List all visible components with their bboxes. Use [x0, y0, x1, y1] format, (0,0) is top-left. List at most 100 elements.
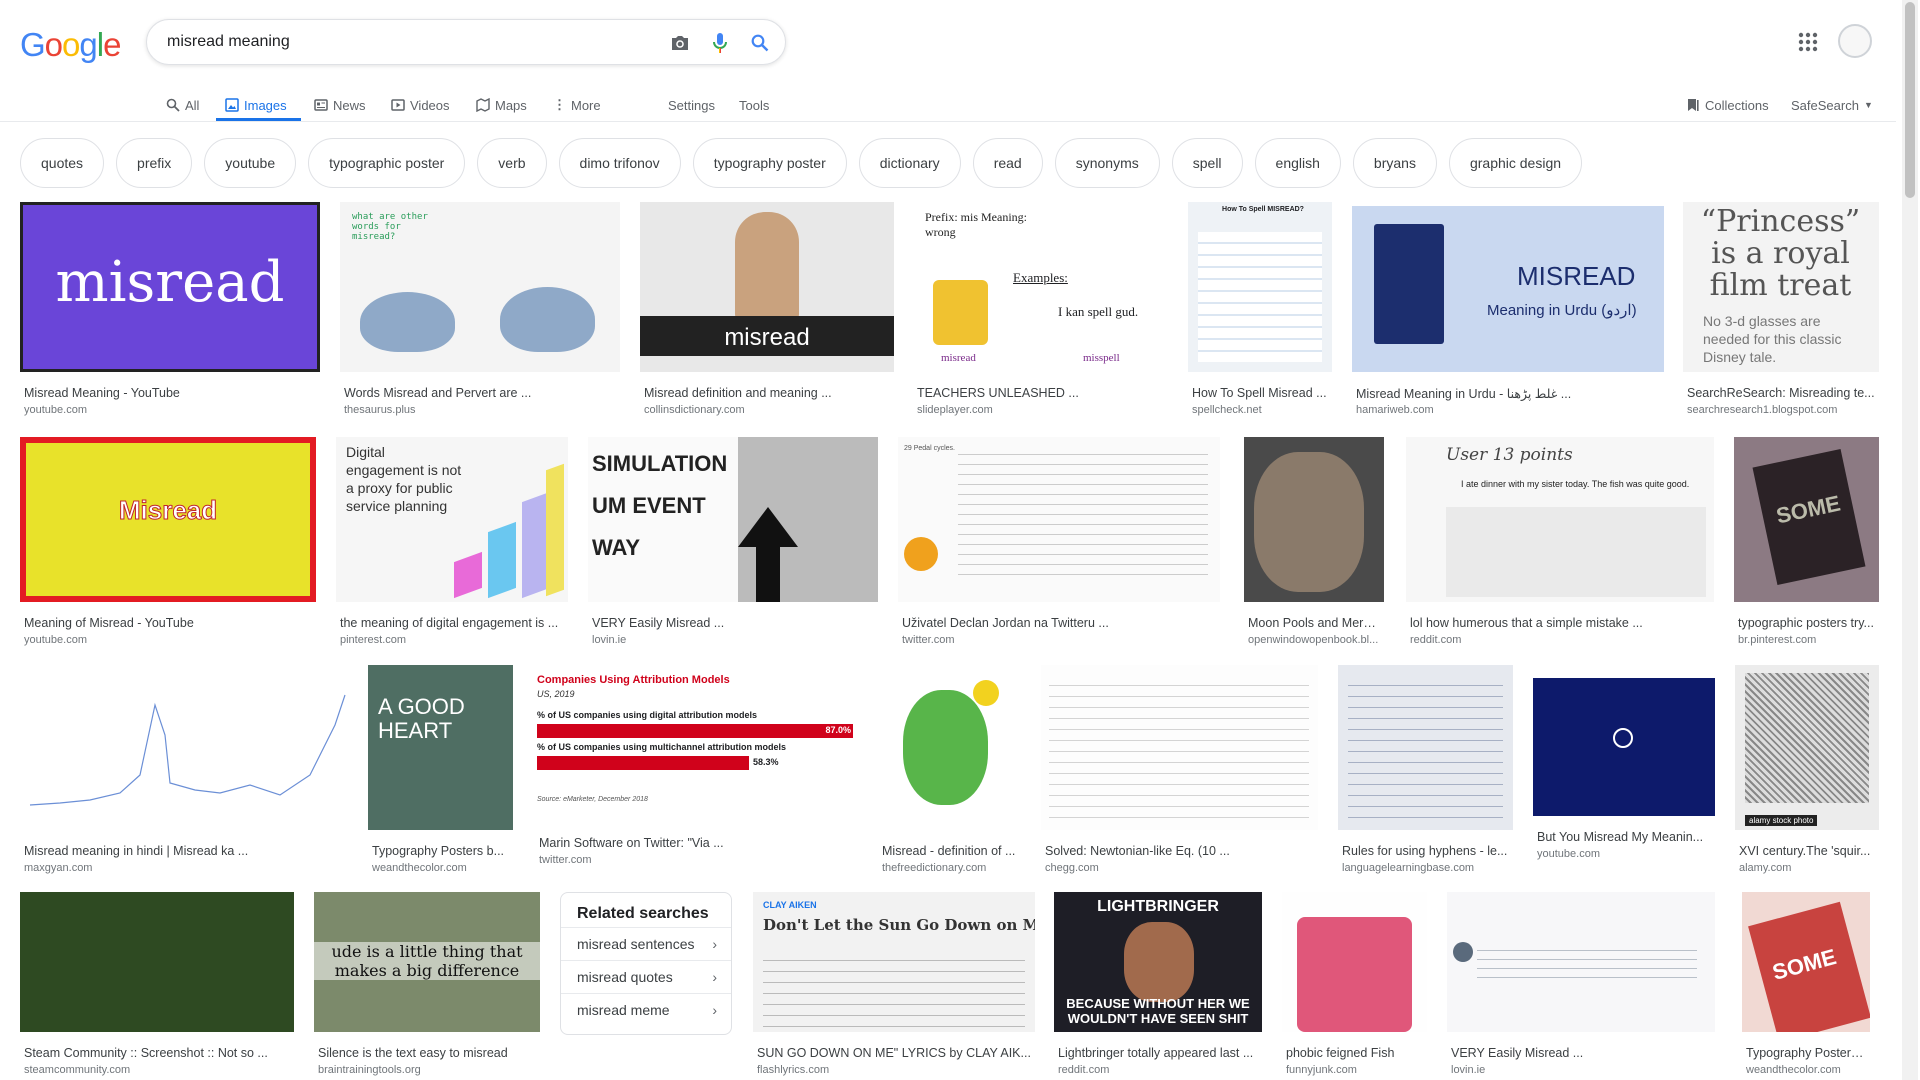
image-result[interactable]: “Princess” is a royal film treat No 3-d g…: [1683, 202, 1879, 427]
image-result[interactable]: CLAY AIKEN Don't Let the Sun Go Down on M…: [753, 892, 1035, 1080]
image-result-title[interactable]: Meaning of Misread - YouTube: [24, 616, 314, 630]
image-result[interactable]: User 13 points I ate dinner with my siste…: [1406, 437, 1714, 657]
image-result[interactable]: Companies Using Attribution Models US, 20…: [535, 672, 855, 877]
search-icon[interactable]: [747, 30, 773, 56]
refinement-chip[interactable]: verb: [477, 138, 547, 188]
image-result[interactable]: Misread - definition of ... thefreedictio…: [878, 665, 1023, 885]
refinement-chip[interactable]: spell: [1171, 138, 1243, 188]
image-result-title[interactable]: SUN GO DOWN ON ME" LYRICS by CLAY AIK...: [757, 1046, 1033, 1060]
scrollbar-thumb[interactable]: [1905, 2, 1915, 198]
refinement-chip[interactable]: typographic poster: [308, 138, 466, 188]
image-result-title[interactable]: Misread definition and meaning ...: [644, 386, 892, 400]
image-result[interactable]: 29 Pedal cycles. Uživatel Declan Jordan n…: [898, 437, 1220, 657]
image-result[interactable]: ude is a little thing that makes a big d…: [314, 892, 540, 1080]
image-result[interactable]: But You Misread My Meanin... youtube.com: [1533, 678, 1715, 871]
image-result[interactable]: SIMULATION UM EVENT WAY VERY Easily Misre…: [588, 437, 878, 657]
safesearch-dropdown[interactable]: SafeSearch ▼: [1791, 92, 1873, 118]
tab-news[interactable]: News: [314, 92, 366, 118]
tab-images[interactable]: Images: [225, 92, 287, 118]
image-result-title[interactable]: Rules for using hyphens - le...: [1342, 844, 1511, 858]
related-search-item[interactable]: misread meme ›: [561, 993, 731, 1026]
image-result[interactable]: How To Spell MISREAD? How To Spell Misrea…: [1188, 202, 1332, 427]
image-result-title[interactable]: Misread Meaning in Urdu - غلط پڑھنا ...: [1356, 386, 1662, 401]
image-result-title[interactable]: lol how humerous that a simple mistake .…: [1410, 616, 1712, 630]
image-thumbnail[interactable]: ude is a little thing that makes a big d…: [314, 892, 540, 1032]
image-result[interactable]: misread Misread definition and meaning ..…: [640, 202, 894, 427]
image-thumbnail[interactable]: alamy stock photo: [1735, 665, 1879, 830]
image-result-title[interactable]: Solved: Newtonian-like Eq. (10 ...: [1045, 844, 1316, 858]
image-thumbnail[interactable]: [1447, 892, 1715, 1032]
tab-settings[interactable]: Settings: [668, 92, 715, 118]
related-search-item[interactable]: misread sentences ›: [561, 927, 731, 960]
image-result-title[interactable]: How To Spell Misread ...: [1192, 386, 1330, 400]
apps-grid-icon[interactable]: [1796, 30, 1820, 54]
image-result-title[interactable]: phobic feigned Fish: [1286, 1046, 1425, 1060]
image-thumbnail[interactable]: 29 Pedal cycles.: [898, 437, 1220, 602]
image-result-title[interactable]: Steam Community :: Screenshot :: Not so …: [24, 1046, 292, 1060]
image-thumbnail[interactable]: [1338, 665, 1513, 830]
tab-more[interactable]: ⋮ More: [553, 92, 601, 118]
image-result-title[interactable]: Misread - definition of ...: [882, 844, 1021, 858]
refinement-chip[interactable]: english: [1254, 138, 1341, 188]
account-avatar[interactable]: [1838, 24, 1872, 58]
image-thumbnail[interactable]: LIGHTBRINGER BECAUSE WITHOUT HER WE WOULD…: [1054, 892, 1262, 1032]
image-thumbnail[interactable]: what are other words for misread?: [340, 202, 620, 372]
tab-tools[interactable]: Tools: [739, 92, 769, 118]
image-result[interactable]: A GOOD HEART Typography Posters b... weand…: [368, 665, 513, 885]
image-result[interactable]: Misread meaning in hindi | Misread ka ..…: [20, 665, 348, 885]
refinement-chip[interactable]: dictionary: [858, 138, 961, 188]
image-result[interactable]: MISREAD Meaning in Urdu (اردو) Misread Mea…: [1352, 206, 1664, 427]
google-logo[interactable]: Google: [20, 26, 121, 64]
image-result[interactable]: Steam Community :: Screenshot :: Not so …: [20, 892, 294, 1080]
image-thumbnail[interactable]: Companies Using Attribution Models US, 20…: [535, 672, 855, 822]
image-result[interactable]: Digital engagement is not a proxy for pu…: [336, 437, 568, 657]
image-result[interactable]: Rules for using hyphens - le... languagel…: [1338, 665, 1513, 885]
image-thumbnail[interactable]: [1533, 678, 1715, 816]
image-result[interactable]: alamy stock photo XVI century.The 'squir.…: [1735, 665, 1879, 885]
image-result-title[interactable]: VERY Easily Misread ...: [1451, 1046, 1713, 1060]
image-result-title[interactable]: Uživatel Declan Jordan na Twitteru ...: [902, 616, 1218, 630]
image-thumbnail[interactable]: Prefix: mis Meaning: wrong Examples: I kan…: [913, 202, 1168, 372]
image-result[interactable]: misread Misread Meaning - YouTube youtube.…: [20, 202, 320, 427]
image-result[interactable]: Solved: Newtonian-like Eq. (10 ... chegg.…: [1041, 665, 1318, 885]
image-thumbnail[interactable]: A GOOD HEART: [368, 665, 513, 830]
image-thumbnail[interactable]: MISREAD Meaning in Urdu (اردو): [1352, 206, 1664, 372]
image-result-title[interactable]: Marin Software on Twitter: "Via ...: [539, 836, 853, 850]
search-input[interactable]: misread meaning: [167, 33, 290, 51]
image-result-title[interactable]: Silence is the text easy to misread: [318, 1046, 538, 1060]
image-thumbnail[interactable]: [878, 665, 1023, 830]
image-result-title[interactable]: Typography Posters b...: [1746, 1046, 1868, 1060]
refinement-chip[interactable]: graphic design: [1448, 138, 1583, 188]
image-result-title[interactable]: Misread meaning in hindi | Misread ka ..…: [24, 844, 346, 858]
image-thumbnail[interactable]: SOME: [1734, 437, 1879, 602]
image-thumbnail[interactable]: How To Spell MISREAD?: [1188, 202, 1332, 372]
image-result-title[interactable]: XVI century.The 'squir...: [1739, 844, 1877, 858]
image-result-title[interactable]: Words Misread and Pervert are ...: [344, 386, 618, 400]
image-result-title[interactable]: Moon Pools and Merm...: [1248, 616, 1382, 630]
camera-icon[interactable]: [667, 30, 693, 56]
image-result-title[interactable]: typographic posters try...: [1738, 616, 1877, 630]
image-result-title[interactable]: SearchReSearch: Misreading te...: [1687, 386, 1877, 400]
refinement-chip[interactable]: youtube: [204, 138, 297, 188]
search-box[interactable]: misread meaning: [146, 19, 786, 65]
refinement-chip[interactable]: dimo trifonov: [558, 138, 681, 188]
image-result-title[interactable]: the meaning of digital engagement is ...: [340, 616, 566, 630]
image-thumbnail[interactable]: CLAY AIKEN Don't Let the Sun Go Down on M…: [753, 892, 1035, 1032]
image-result[interactable]: Misread Meaning of Misread - YouTube youtu…: [20, 437, 316, 657]
refinement-chip[interactable]: quotes: [20, 138, 105, 188]
image-thumbnail[interactable]: SOME: [1742, 892, 1870, 1032]
refinement-chip[interactable]: typography poster: [692, 138, 847, 188]
image-thumbnail[interactable]: Digital engagement is not a proxy for pu…: [336, 437, 568, 602]
image-result-title[interactable]: But You Misread My Meanin...: [1537, 830, 1713, 844]
refinement-chip[interactable]: bryans: [1352, 138, 1437, 188]
related-search-item[interactable]: misread quotes ›: [561, 960, 731, 993]
image-thumbnail[interactable]: Misread: [20, 437, 316, 602]
image-thumbnail[interactable]: SIMULATION UM EVENT WAY: [588, 437, 878, 602]
refinement-chip[interactable]: prefix: [116, 138, 193, 188]
image-thumbnail[interactable]: [20, 665, 348, 830]
image-thumbnail[interactable]: misread: [640, 202, 894, 372]
image-result-title[interactable]: Lightbringer totally appeared last ...: [1058, 1046, 1260, 1060]
image-result-title[interactable]: Typography Posters b...: [372, 844, 511, 858]
image-result-title[interactable]: Misread Meaning - YouTube: [24, 386, 318, 400]
image-thumbnail[interactable]: misread: [20, 202, 320, 372]
